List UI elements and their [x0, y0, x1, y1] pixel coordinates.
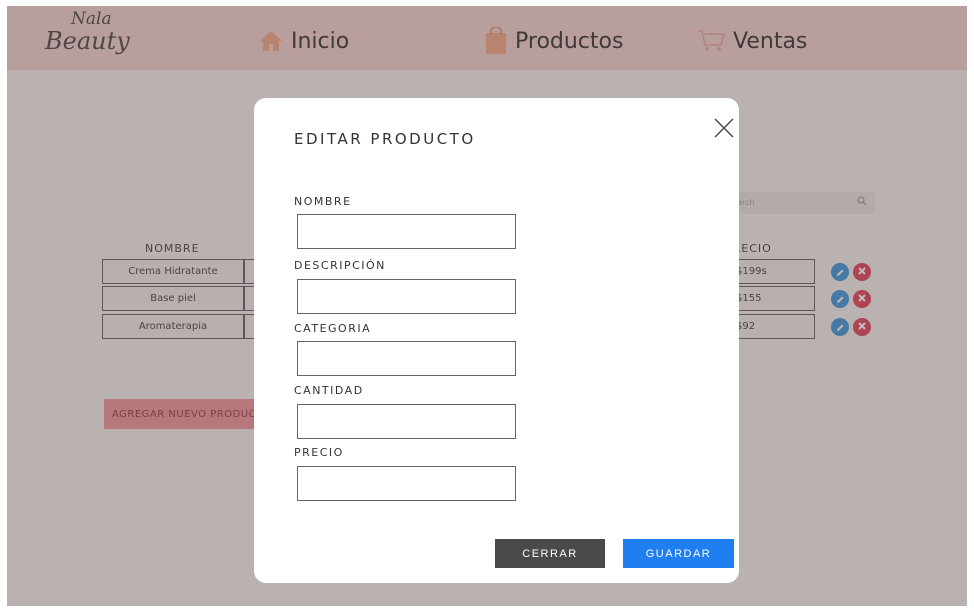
page: Nala Beauty Inicio Productos Ventas Sear…	[7, 6, 967, 606]
nombre-input[interactable]	[297, 214, 516, 249]
descripcion-input[interactable]	[297, 279, 516, 314]
modal-title: EDITAR PRODUCTO	[294, 130, 476, 148]
precio-input[interactable]	[297, 466, 516, 501]
categoria-input[interactable]	[297, 341, 516, 376]
edit-product-modal: EDITAR PRODUCTO NOMBRE DESCRIPCIÓN CATEG…	[254, 98, 739, 583]
label-categoria: CATEGORIA	[294, 322, 372, 335]
label-nombre: NOMBRE	[294, 195, 352, 208]
cantidad-input[interactable]	[297, 404, 516, 439]
label-descripcion: DESCRIPCIÓN	[294, 259, 386, 272]
label-precio: PRECIO	[294, 446, 344, 459]
close-icon[interactable]	[713, 117, 735, 139]
cerrar-button[interactable]: CERRAR	[495, 539, 605, 568]
guardar-button[interactable]: GUARDAR	[623, 539, 734, 568]
label-cantidad: CANTIDAD	[294, 384, 364, 397]
